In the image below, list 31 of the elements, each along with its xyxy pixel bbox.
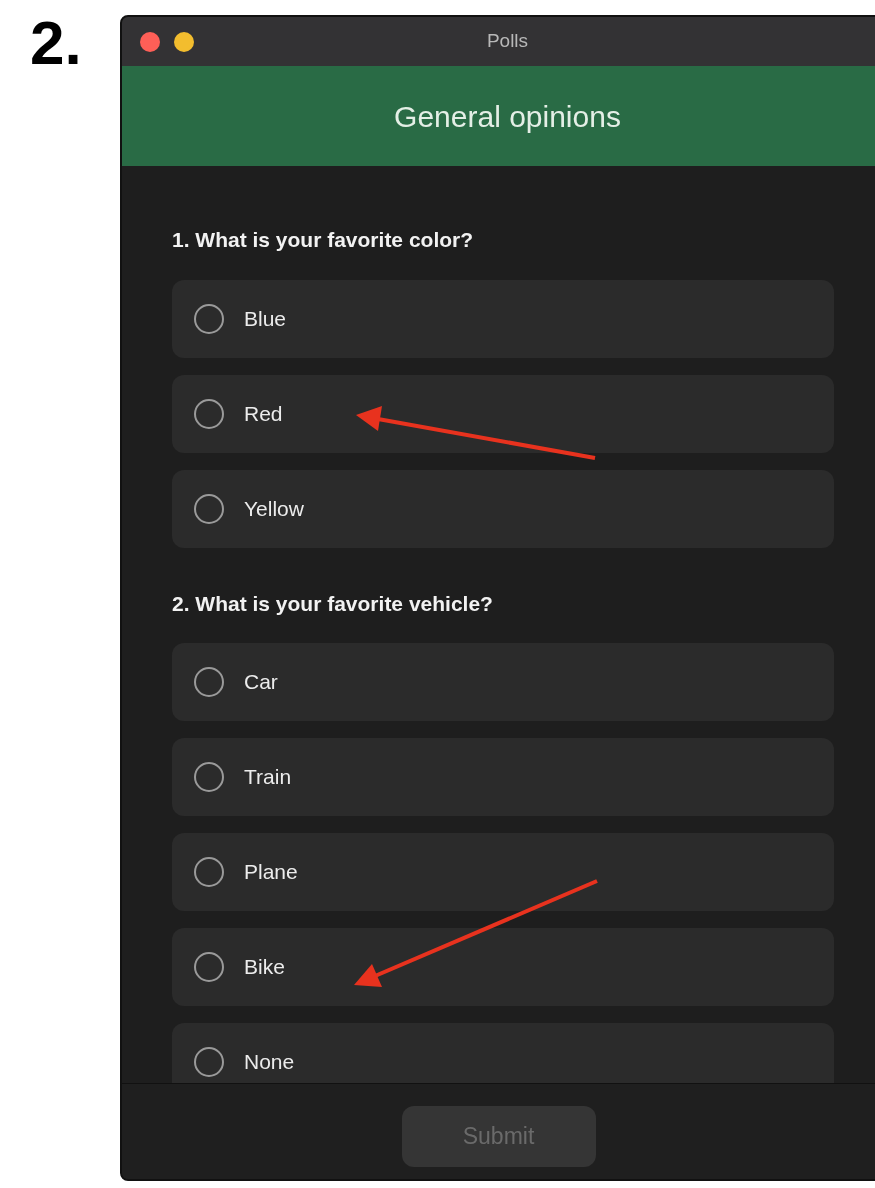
option-row[interactable]: Yellow xyxy=(172,469,834,548)
radio-button[interactable] xyxy=(194,398,224,429)
window-title: Polls xyxy=(486,29,529,54)
question-label: 1. What is your favorite color? xyxy=(172,227,474,253)
option-row[interactable]: Blue xyxy=(172,279,834,358)
option-label: Car xyxy=(244,669,278,696)
option-row[interactable]: None xyxy=(172,1023,834,1083)
radio-button[interactable] xyxy=(194,493,224,524)
option-row[interactable]: Red xyxy=(172,374,834,453)
option-label: Red xyxy=(244,400,283,427)
option-row[interactable]: Train xyxy=(172,738,834,816)
radio-button[interactable] xyxy=(194,667,224,697)
option-label: Blue xyxy=(244,305,287,332)
radio-button[interactable] xyxy=(194,952,224,982)
option-row[interactable]: Car xyxy=(172,643,834,721)
option-label: Plane xyxy=(244,859,298,886)
step-number: 2. xyxy=(30,12,82,74)
option-row[interactable]: Plane xyxy=(172,833,834,911)
option-row[interactable]: Bike xyxy=(172,928,834,1006)
radio-button[interactable] xyxy=(194,857,224,887)
radio-button[interactable] xyxy=(194,762,224,792)
option-label: Bike xyxy=(244,954,285,981)
option-label: Train xyxy=(244,764,292,791)
option-label: None xyxy=(244,1049,295,1076)
radio-button[interactable] xyxy=(194,1047,224,1077)
question-label: 2. What is your favorite vehicle? xyxy=(172,590,493,617)
radio-button[interactable] xyxy=(194,303,224,334)
close-button[interactable] xyxy=(140,32,160,52)
poll-title: General opinions xyxy=(394,98,621,135)
minimize-button[interactable] xyxy=(174,32,194,52)
option-label: Yellow xyxy=(244,495,304,522)
